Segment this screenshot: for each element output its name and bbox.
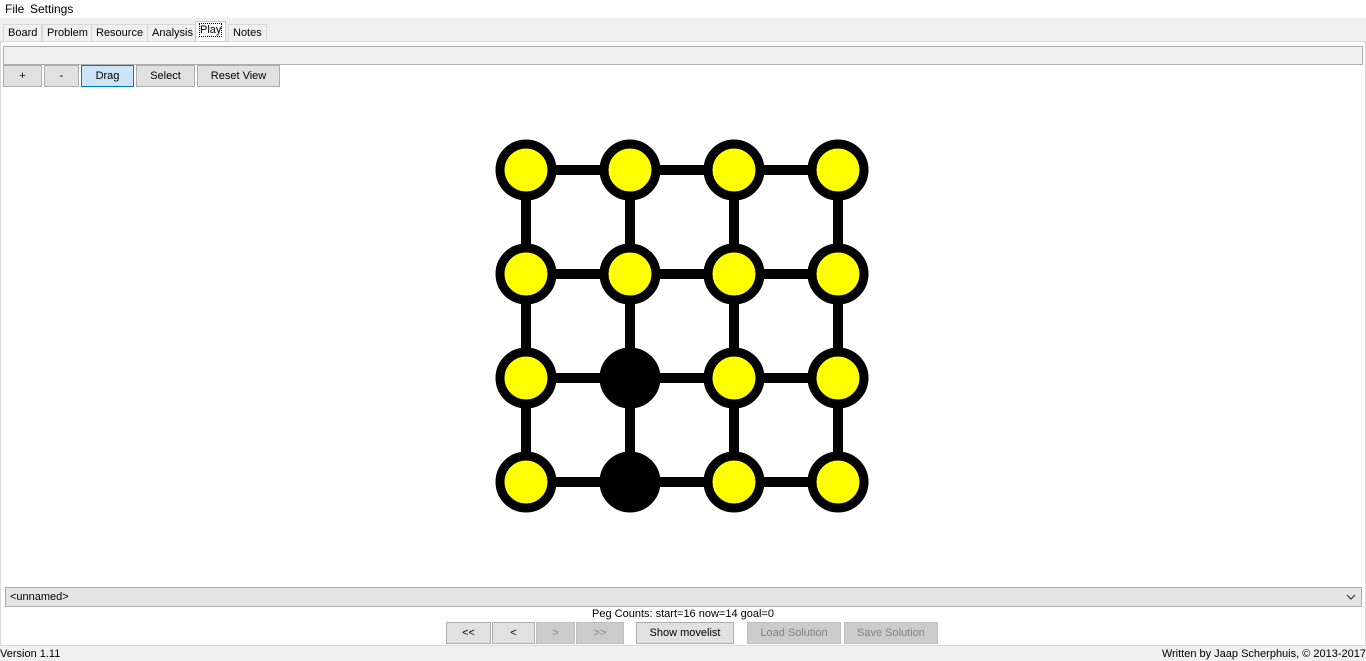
show-movelist-button[interactable]: Show movelist bbox=[636, 622, 734, 644]
peg[interactable] bbox=[807, 139, 869, 201]
tab-problem[interactable]: Problem bbox=[42, 24, 93, 42]
load-solution-button[interactable]: Load Solution bbox=[747, 622, 841, 644]
peg[interactable] bbox=[495, 347, 557, 409]
menu-bar: File Settings bbox=[0, 0, 1366, 18]
peg[interactable] bbox=[703, 451, 765, 513]
zoom-out-button[interactable]: - bbox=[44, 65, 79, 87]
menu-settings[interactable]: Settings bbox=[30, 1, 73, 17]
prev-move-button[interactable]: < bbox=[492, 622, 535, 644]
select-button[interactable]: Select bbox=[136, 65, 195, 87]
peg[interactable] bbox=[495, 139, 557, 201]
peg[interactable] bbox=[599, 139, 661, 201]
peg-board[interactable] bbox=[490, 134, 874, 518]
peg[interactable] bbox=[703, 139, 765, 201]
peg-counts: Peg Counts: start=16 now=14 goal=0 bbox=[592, 608, 774, 620]
menu-file[interactable]: File bbox=[5, 1, 24, 17]
solution-select[interactable]: <unnamed> bbox=[5, 587, 1362, 607]
empty-hole[interactable] bbox=[599, 451, 661, 513]
version-label: Version 1.11 bbox=[0, 648, 61, 660]
zoom-in-button[interactable]: + bbox=[3, 65, 42, 87]
peg[interactable] bbox=[807, 243, 869, 305]
drag-button[interactable]: Drag bbox=[81, 65, 134, 87]
chevron-down-icon bbox=[1346, 594, 1356, 600]
tab-play-label: Play bbox=[198, 23, 223, 37]
peg[interactable] bbox=[599, 243, 661, 305]
tab-strip: Board Problem Resource Analysis Play Not… bbox=[0, 18, 1366, 42]
next-move-button[interactable]: > bbox=[536, 622, 575, 644]
status-field bbox=[3, 46, 1363, 65]
last-move-button[interactable]: >> bbox=[576, 622, 624, 644]
peg[interactable] bbox=[703, 243, 765, 305]
peg[interactable] bbox=[703, 347, 765, 409]
save-solution-button[interactable]: Save Solution bbox=[844, 622, 938, 644]
peg[interactable] bbox=[495, 451, 557, 513]
tab-analysis[interactable]: Analysis bbox=[147, 24, 198, 42]
tab-notes[interactable]: Notes bbox=[228, 24, 267, 42]
credits-label: Written by Jaap Scherphuis, © 2013-2017 bbox=[1161, 648, 1366, 660]
peg[interactable] bbox=[807, 451, 869, 513]
peg[interactable] bbox=[807, 347, 869, 409]
peg[interactable] bbox=[495, 243, 557, 305]
empty-hole[interactable] bbox=[599, 347, 661, 409]
tab-resource[interactable]: Resource bbox=[91, 24, 149, 42]
tab-board[interactable]: Board bbox=[3, 24, 43, 42]
reset-view-button[interactable]: Reset View bbox=[197, 65, 280, 87]
tab-play[interactable]: Play bbox=[195, 21, 227, 42]
solution-name: <unnamed> bbox=[10, 591, 69, 603]
first-move-button[interactable]: << bbox=[446, 622, 491, 644]
